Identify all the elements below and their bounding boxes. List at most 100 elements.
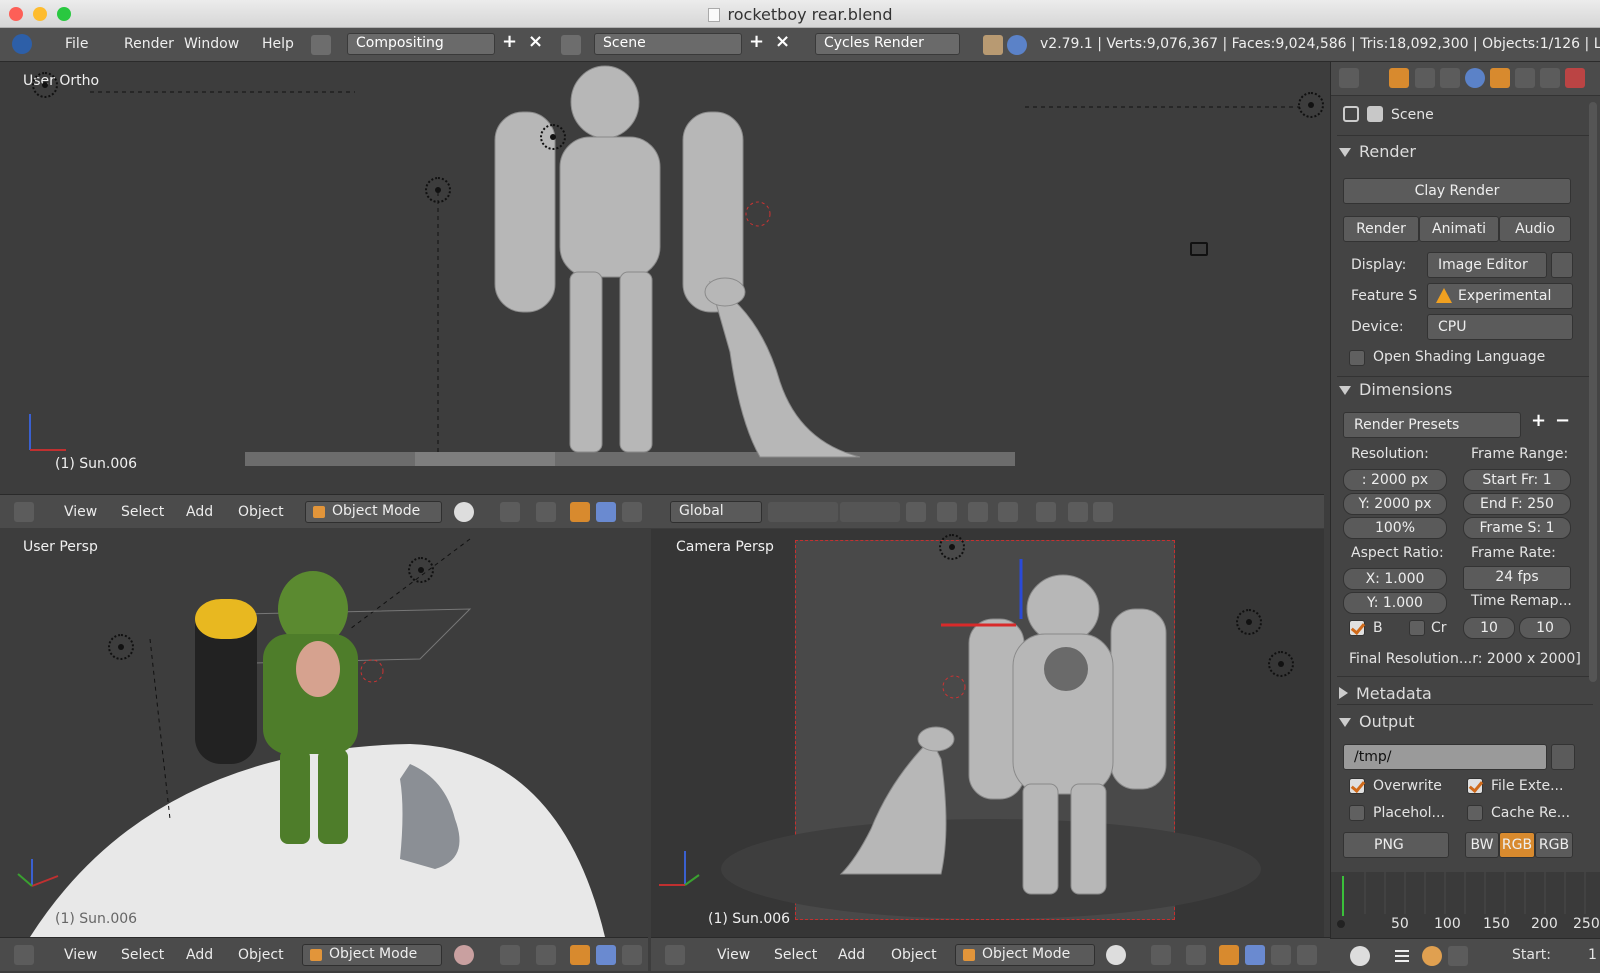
render-presets-select[interactable]: Render Presets	[1343, 412, 1521, 438]
scale-manipulator-icon[interactable]	[1297, 945, 1317, 965]
remove-scene-button[interactable]: ×	[775, 31, 790, 52]
snap-target-icon[interactable]	[1036, 502, 1056, 522]
viewport-user-persp[interactable]: User Persp (1) Sun.006	[0, 529, 648, 937]
display-select[interactable]: Image Editor	[1427, 252, 1547, 278]
menu-render[interactable]: Render	[124, 36, 174, 52]
rotate-manipulator-icon[interactable]	[596, 502, 616, 522]
aspect-x-field[interactable]: X: 1.000	[1343, 568, 1447, 590]
remove-preset-button[interactable]: −	[1555, 410, 1570, 431]
pin-icon[interactable]	[1343, 106, 1359, 122]
resolution-y-field[interactable]: Y: 2000 px	[1343, 493, 1447, 515]
sun-lamp-icon[interactable]	[1298, 92, 1324, 118]
rotate-manipulator-icon[interactable]	[596, 945, 616, 965]
lock-interface-icon[interactable]	[1551, 252, 1573, 278]
frame-step-field[interactable]: Frame S: 1	[1463, 517, 1571, 539]
sun-lamp-icon[interactable]	[1236, 609, 1262, 635]
viewport-shading-icon[interactable]	[1106, 945, 1126, 965]
manipulator-icon[interactable]	[536, 945, 556, 965]
constraints-tab-icon[interactable]	[1515, 68, 1535, 88]
pivot-point-icon[interactable]	[1151, 945, 1171, 965]
feature-set-select[interactable]: Experimental	[1427, 283, 1573, 309]
camera-icon[interactable]	[1190, 242, 1208, 256]
render-panel-header[interactable]: Render	[1339, 142, 1416, 161]
pivot-point-icon[interactable]	[500, 945, 520, 965]
editor-type-icon[interactable]	[14, 502, 34, 522]
file-format-select[interactable]: PNG	[1343, 832, 1449, 858]
menu-view[interactable]: View	[64, 504, 97, 520]
translate-manipulator-icon[interactable]	[570, 502, 590, 522]
render-anim-opengl-icon[interactable]	[1093, 502, 1113, 522]
texture-tab-icon[interactable]	[1565, 68, 1585, 88]
scene-icon[interactable]	[561, 35, 581, 55]
frame-rate-select[interactable]: 24 fps	[1463, 566, 1571, 590]
scale-manipulator-icon[interactable]	[622, 945, 642, 965]
animation-button[interactable]: Animati	[1419, 216, 1499, 242]
resolution-x-field[interactable]: : 2000 px	[1343, 469, 1447, 491]
sun-lamp-icon[interactable]	[108, 634, 134, 660]
keying-icon[interactable]	[1422, 946, 1442, 966]
menu-object[interactable]: Object	[891, 947, 937, 963]
metadata-panel-header[interactable]: Metadata	[1339, 684, 1432, 703]
scale-manipulator-icon[interactable]	[622, 502, 642, 522]
layers-grid[interactable]	[768, 502, 838, 522]
menu-select[interactable]: Select	[121, 504, 164, 520]
render-button[interactable]: Render	[1343, 216, 1419, 242]
menu-help[interactable]: Help	[262, 36, 294, 52]
sun-lamp-icon[interactable]	[540, 124, 566, 150]
menu-add[interactable]: Add	[838, 947, 865, 963]
editor-type-icon[interactable]	[14, 945, 34, 965]
menu-view[interactable]: View	[64, 947, 97, 963]
border-checkbox[interactable]	[1349, 620, 1365, 636]
manipulator-icon[interactable]	[536, 502, 556, 522]
screen-layout-field[interactable]: Compositing	[347, 33, 495, 55]
object-mode-select[interactable]: Object Mode	[955, 944, 1095, 966]
transform-orientation-select[interactable]: Global	[670, 501, 762, 523]
render-opengl-icon[interactable]	[1068, 502, 1088, 522]
world-tab-icon[interactable]	[1465, 68, 1485, 88]
menu-file[interactable]: File	[65, 36, 88, 52]
sun-lamp-icon[interactable]	[32, 72, 58, 98]
color-mode-bw[interactable]: BW	[1465, 832, 1499, 858]
menu-object[interactable]: Object	[238, 947, 284, 963]
output-panel-header[interactable]: Output	[1339, 712, 1415, 731]
properties-scrollbar[interactable]	[1589, 102, 1597, 682]
file-extensions-checkbox[interactable]	[1467, 778, 1483, 794]
osl-checkbox[interactable]	[1349, 350, 1365, 366]
viewport-shading-icon[interactable]	[454, 502, 474, 522]
proportional-edit-icon[interactable]	[937, 502, 957, 522]
pivot-point-icon[interactable]	[500, 502, 520, 522]
manipulator-icon[interactable]	[1186, 945, 1206, 965]
viewport-shading-icon[interactable]	[454, 945, 474, 965]
frame-start-field[interactable]: Start Fr: 1	[1463, 469, 1571, 491]
sun-lamp-icon[interactable]	[939, 534, 965, 560]
dimensions-panel-header[interactable]: Dimensions	[1339, 380, 1452, 399]
render-tab-icon[interactable]	[1389, 68, 1409, 88]
sun-lamp-icon[interactable]	[425, 177, 451, 203]
device-select[interactable]: CPU	[1427, 314, 1573, 340]
layers-grid-2[interactable]	[840, 502, 900, 522]
menu-select[interactable]: Select	[774, 947, 817, 963]
screen-layout-icon[interactable]	[311, 35, 331, 55]
lock-icon[interactable]	[1448, 946, 1468, 966]
editor-type-icon[interactable]	[1350, 946, 1370, 966]
folder-icon[interactable]	[1551, 744, 1575, 770]
crop-checkbox[interactable]	[1409, 620, 1425, 636]
placeholders-checkbox[interactable]	[1349, 805, 1365, 821]
aspect-y-field[interactable]: Y: 1.000	[1343, 592, 1447, 614]
menu-icon[interactable]	[1392, 946, 1412, 966]
start-frame-value[interactable]: 1	[1588, 947, 1597, 963]
timeline[interactable]: 50 100 150 200 250	[1330, 872, 1600, 938]
scene-field[interactable]: Scene	[594, 33, 742, 55]
remove-screen-button[interactable]: ×	[528, 31, 543, 52]
object-mode-select[interactable]: Object Mode	[305, 501, 442, 523]
editor-type-icon[interactable]	[1339, 68, 1359, 88]
info-editor-icon[interactable]	[12, 34, 32, 54]
overwrite-checkbox[interactable]	[1349, 778, 1365, 794]
render-engine-select[interactable]: Cycles Render	[815, 33, 960, 55]
lock-layers-icon[interactable]	[906, 502, 926, 522]
translate-manipulator-icon[interactable]	[1219, 945, 1239, 965]
scale-manipulator-icon[interactable]	[1271, 945, 1291, 965]
color-mode-rgba[interactable]: RGB	[1535, 832, 1573, 858]
viewport-user-ortho[interactable]: User Ortho (1) Sun.006	[0, 62, 1324, 482]
playhead-marker[interactable]	[1337, 920, 1345, 928]
